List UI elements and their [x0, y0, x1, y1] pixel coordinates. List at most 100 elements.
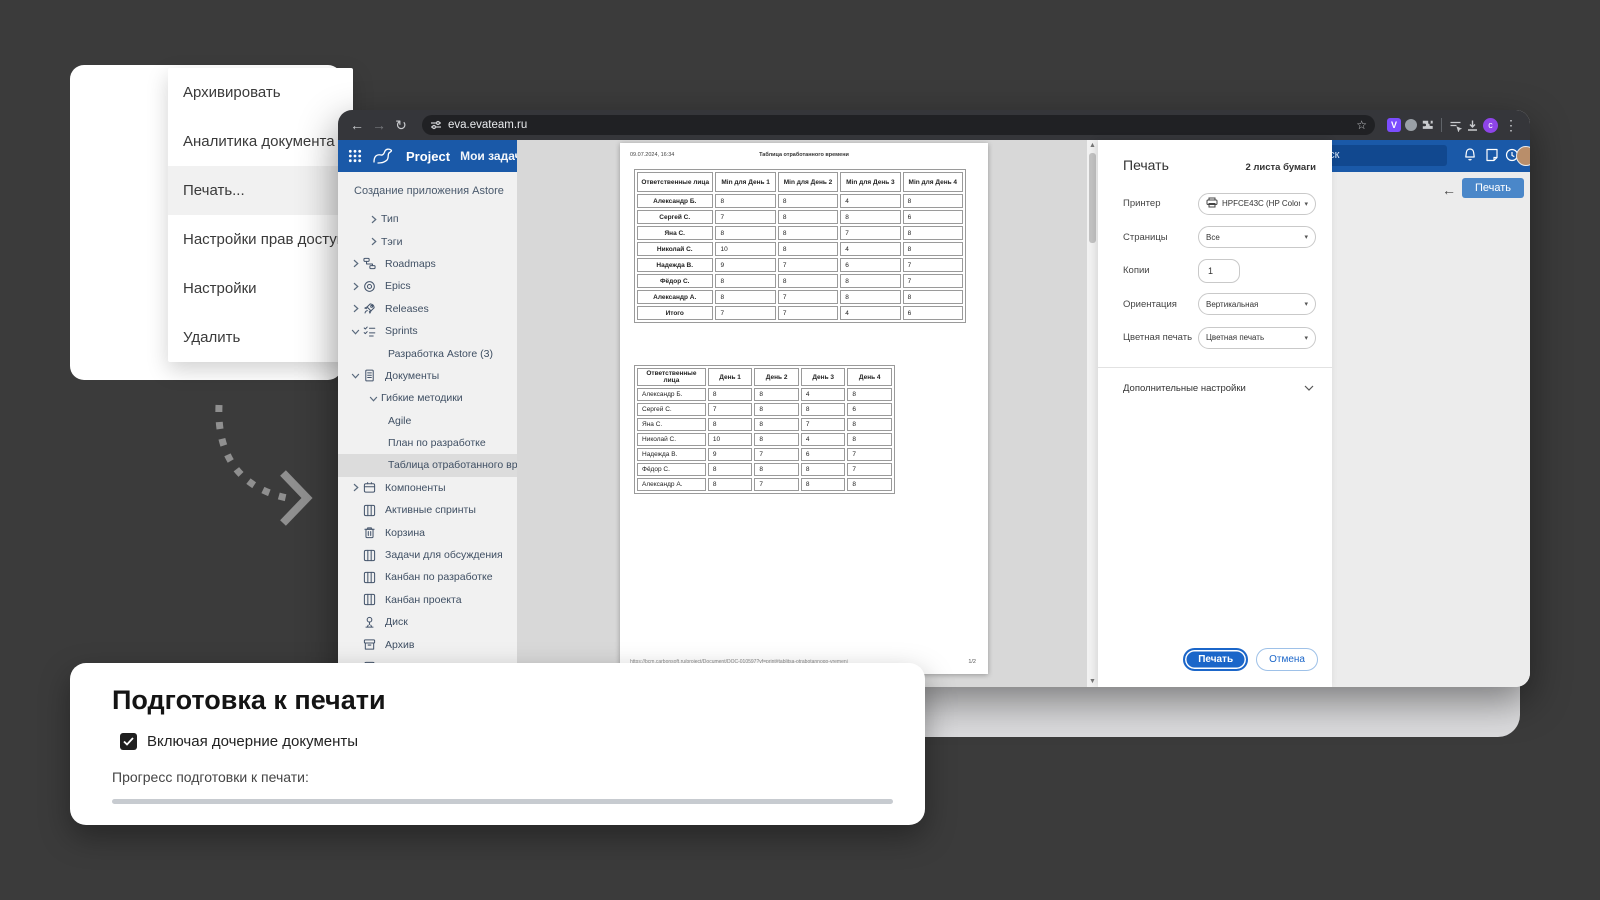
value-cell: 8: [708, 478, 753, 491]
sidebar-item[interactable]: Releases: [338, 298, 517, 320]
sidebar-item[interactable]: Разработка Astore (3): [338, 342, 517, 364]
sidebar-item[interactable]: Компоненты: [338, 477, 517, 499]
chevron-icon[interactable]: [352, 259, 363, 268]
profile-avatar[interactable]: c: [1483, 118, 1498, 133]
sidebar-item[interactable]: Agile: [338, 410, 517, 432]
url-text[interactable]: eva.evateam.ru: [448, 119, 1350, 131]
sidebar-item-label: Epics: [385, 280, 411, 292]
notes-icon[interactable]: [1484, 147, 1500, 163]
chevron-icon[interactable]: [352, 282, 363, 291]
doc-title: Таблица отработанного времени: [630, 152, 978, 158]
menu-item[interactable]: Удалить: [168, 313, 353, 362]
Ориентация-select[interactable]: Вертикальная▾: [1198, 293, 1316, 315]
sidebar-item[interactable]: Документы: [338, 365, 517, 387]
chevron-icon[interactable]: [370, 394, 381, 403]
sidebar-item[interactable]: Канбан проекта: [338, 589, 517, 611]
chevron-icon[interactable]: [370, 215, 381, 224]
Цветная печать-select[interactable]: Цветная печать▾: [1198, 327, 1316, 349]
menu-item[interactable]: Архивировать: [168, 68, 353, 117]
sidebar-item[interactable]: Sprints: [338, 320, 517, 342]
column-header: День 4: [847, 368, 892, 386]
chevron-icon[interactable]: [352, 371, 363, 380]
bell-icon[interactable]: [1462, 147, 1478, 163]
sidebar-item-label: Архив: [385, 639, 414, 651]
sidebar-item-label: Активные спринты: [385, 504, 476, 516]
menu-dots-icon[interactable]: ⋮: [1502, 117, 1520, 134]
kanban-icon: [363, 593, 379, 606]
value-cell: 8: [754, 403, 799, 416]
person-cell: Александр Б.: [637, 388, 706, 401]
sidebar-item[interactable]: Таблица отработанного времени: [338, 454, 517, 476]
sidebar-item-label: Документы: [385, 370, 439, 382]
menu-item[interactable]: Настройки: [168, 264, 353, 313]
print-setting-row: Цветная печатьЦветная печать▾: [1098, 321, 1332, 355]
reload-icon[interactable]: ↻: [392, 117, 410, 134]
chevron-icon[interactable]: [370, 237, 381, 246]
sidebar: Создание приложения Astore ТипТэгиRoadma…: [338, 172, 517, 687]
globe-extension-icon[interactable]: [1405, 119, 1417, 131]
sidebar-item[interactable]: Задачи для обсуждения: [338, 544, 517, 566]
sidebar-item[interactable]: План по разработке: [338, 432, 517, 454]
chevron-icon[interactable]: [352, 483, 363, 492]
page-print-button[interactable]: Печать: [1462, 178, 1524, 198]
person-cell: Фёдор С.: [637, 463, 706, 476]
site-settings-icon[interactable]: [430, 119, 442, 131]
page-back-icon[interactable]: ←: [1442, 182, 1456, 198]
sidebar-item[interactable]: Тэги: [338, 230, 517, 252]
value-cell: 4: [801, 433, 846, 446]
dialog-print-button[interactable]: Печать: [1183, 648, 1248, 671]
include-children-checkbox[interactable]: [120, 733, 137, 750]
additional-settings-label[interactable]: Дополнительные настройки: [1123, 383, 1246, 394]
column-header: Min для День 3: [840, 172, 900, 192]
sidebar-item[interactable]: Активные спринты: [338, 499, 517, 521]
scroll-up-icon[interactable]: ▲: [1087, 142, 1098, 149]
sidebar-item[interactable]: Диск: [338, 611, 517, 633]
sidebar-item[interactable]: Roadmaps: [338, 253, 517, 275]
sidebar-item[interactable]: Архив: [338, 633, 517, 655]
setting-label: Ориентация: [1123, 299, 1177, 310]
value-cell: 8: [778, 274, 838, 288]
panel-icon[interactable]: [1449, 119, 1462, 132]
menu-item[interactable]: Аналитика документа: [168, 117, 353, 166]
disk-icon: [363, 616, 379, 629]
dialog-cancel-button[interactable]: Отмена: [1256, 648, 1318, 671]
sidebar-item[interactable]: Epics: [338, 275, 517, 297]
setting-label: Копии: [1123, 265, 1150, 276]
scroll-down-icon[interactable]: ▼: [1087, 678, 1098, 685]
user-avatar[interactable]: [1516, 146, 1530, 166]
value-cell: 10: [708, 433, 753, 446]
column-header: Ответственные лица: [637, 172, 713, 192]
menu-item[interactable]: Печать...: [168, 166, 353, 215]
bookmark-star-icon[interactable]: ☆: [1356, 118, 1367, 132]
rocket-icon: [363, 302, 379, 315]
brand-title[interactable]: Project: [406, 149, 450, 164]
apps-grid-icon[interactable]: [348, 149, 362, 163]
value-cell: 8: [847, 478, 892, 491]
chevron-icon[interactable]: [352, 327, 363, 336]
sidebar-item[interactable]: Корзина: [338, 521, 517, 543]
scrollbar-thumb[interactable]: [1089, 153, 1096, 243]
Страницы-select[interactable]: Все▾: [1198, 226, 1316, 248]
Принтер-select[interactable]: HPFCE43C (HP Color La:▾: [1198, 193, 1316, 215]
back-icon[interactable]: ←: [348, 117, 366, 133]
dashed-arrow-icon: [195, 395, 335, 535]
chevron-icon[interactable]: [352, 304, 363, 313]
sidebar-item[interactable]: Тип: [338, 208, 517, 230]
prepare-print-modal: Подготовка к печати Включая дочерние док…: [70, 663, 925, 825]
chevron-down-icon[interactable]: [1304, 385, 1314, 391]
table-row: Николай С.10848: [637, 242, 963, 256]
table-row: Яна С.8878: [637, 226, 963, 240]
address-bar[interactable]: eva.evateam.ru ☆: [422, 115, 1375, 135]
download-icon[interactable]: [1466, 119, 1479, 132]
sidebar-item[interactable]: Гибкие методики: [338, 387, 517, 409]
menu-item[interactable]: Настройки прав доступа: [168, 215, 353, 264]
preview-scrollbar[interactable]: ▲ ▼: [1087, 140, 1098, 687]
table-row: Итого7746: [637, 306, 963, 320]
sidebar-item[interactable]: Канбан по разработке: [338, 566, 517, 588]
value-cell: 7: [754, 448, 799, 461]
copies-input[interactable]: 1: [1198, 259, 1240, 283]
extensions-puzzle-icon[interactable]: [1421, 119, 1434, 132]
forward-icon[interactable]: →: [370, 117, 388, 133]
extension-v-icon[interactable]: V: [1387, 118, 1401, 132]
checkbox-label[interactable]: Включая дочерние документы: [147, 733, 358, 750]
